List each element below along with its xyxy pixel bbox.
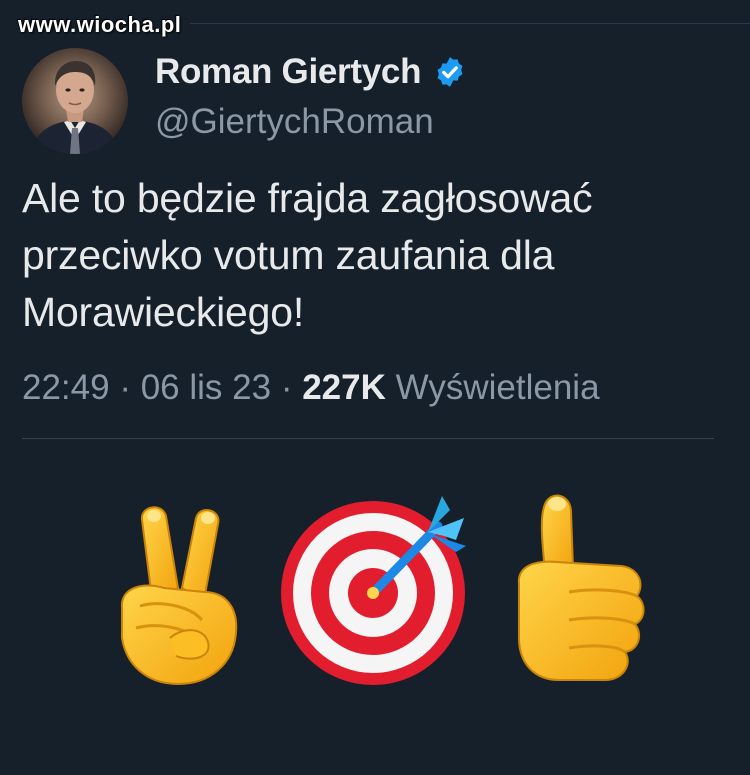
- emoji-row: [100, 488, 660, 698]
- tweet-date[interactable]: 06 lis 23: [141, 368, 271, 407]
- site-watermark: www.wiocha.pl: [18, 12, 182, 37]
- top-divider: [190, 23, 750, 24]
- author-display-name[interactable]: Roman Giertych: [155, 52, 421, 92]
- tweet-text: Ale to będzie frajda zagłosować przeciwk…: [22, 170, 732, 341]
- views-label: Wyświetlenia: [395, 368, 600, 407]
- verified-badge-icon[interactable]: [433, 55, 467, 89]
- tweet-time[interactable]: 22:49: [22, 368, 110, 407]
- meta-separator: ·: [119, 368, 131, 407]
- tweet-line: Ale to będzie frajda zagłosować: [22, 175, 593, 221]
- tweet-meta: 22:49 · 06 lis 23 · 227K Wyświetlenia: [22, 368, 600, 408]
- victory-hand-icon: [100, 488, 250, 693]
- tweet-divider: [22, 438, 714, 439]
- tweet-line: przeciwko votum zaufania dla: [22, 232, 555, 278]
- tweet-line: Morawieckiego!: [22, 289, 305, 335]
- author-name-row: Roman Giertych: [155, 52, 467, 92]
- meta-separator: ·: [280, 368, 293, 407]
- views-count: 227K: [302, 368, 386, 407]
- bottom-strip: [0, 765, 750, 775]
- direct-hit-icon: [278, 488, 478, 693]
- thumbs-up-icon: [505, 488, 655, 693]
- avatar[interactable]: [22, 48, 128, 154]
- author-handle[interactable]: @GiertychRoman: [155, 102, 434, 142]
